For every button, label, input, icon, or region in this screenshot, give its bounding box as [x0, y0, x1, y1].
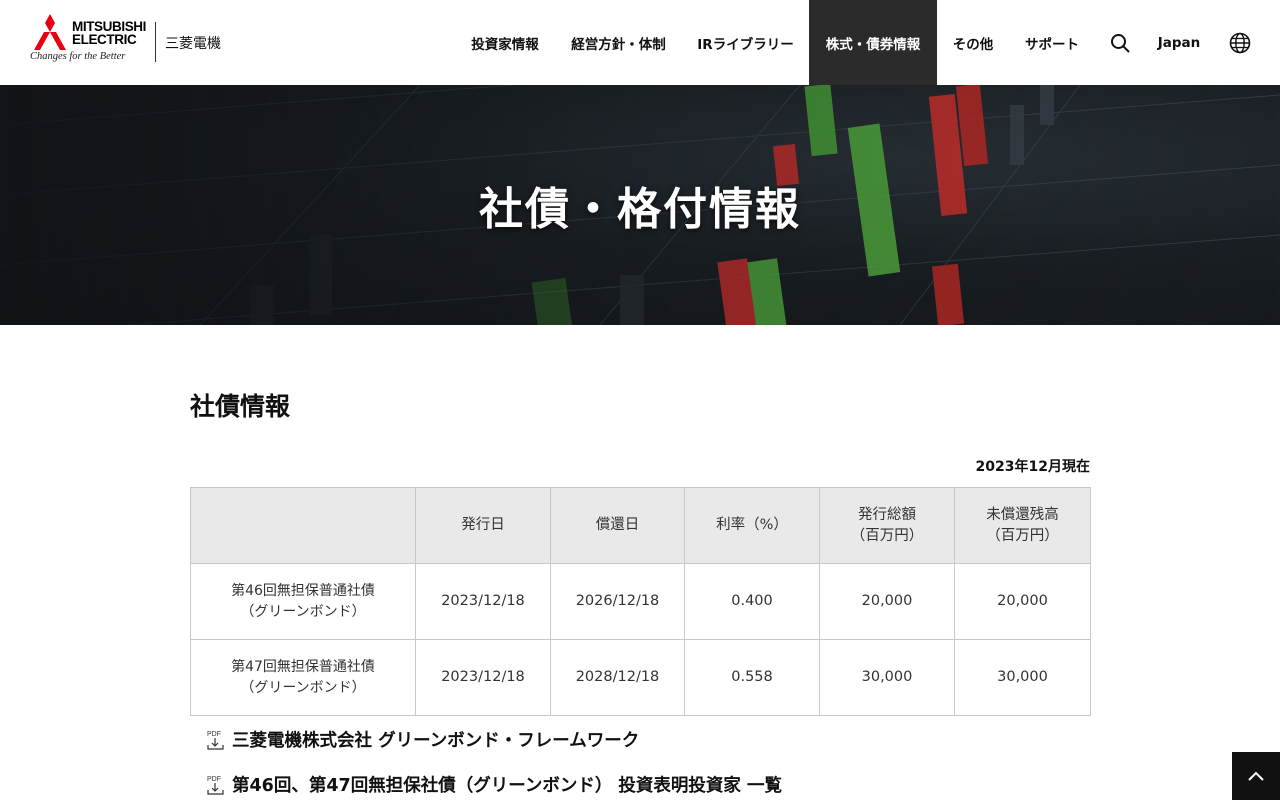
table-header-cell: 発行総額 （百万円） — [819, 487, 955, 564]
issue-amount-cell: 20,000 — [819, 563, 955, 640]
bond-name: 第46回無担保普通社債 — [231, 582, 375, 599]
nav-item-stock-bond-info[interactable]: 株式・債券情報 — [809, 0, 937, 85]
bond-name-cell: 第47回無担保普通社債 （グリーンボンド） — [190, 639, 416, 716]
table-row: 第46回無担保普通社債 （グリーンボンド） 2023/12/18 2026/12… — [190, 563, 1091, 640]
nav-item-support[interactable]: サポート — [1009, 0, 1095, 85]
table-header-cell: 利率（%） — [684, 487, 820, 564]
bond-name: 第47回無担保普通社債 — [231, 658, 375, 675]
hero-banner: 社債・格付情報 — [0, 85, 1280, 325]
table-header-cell: 償還日 — [550, 487, 685, 564]
site-header: MITSUBISHI ELECTRIC Changes for the Bett… — [0, 0, 1280, 85]
nav-item-other[interactable]: その他 — [937, 0, 1009, 85]
bond-table: 発行日 償還日 利率（%） 発行総額 （百万円） 未償還残高 （百万円） 第46… — [190, 487, 1091, 716]
nav-item-management-policy[interactable]: 経営方針・体制 — [555, 0, 682, 85]
three-diamonds-logo-icon — [30, 14, 66, 50]
brand-tagline: Changes for the Better — [30, 51, 126, 62]
bond-type: （グリーンボンド） — [240, 603, 366, 620]
outstanding-balance-cell: 30,000 — [954, 639, 1091, 716]
table-header-cell — [190, 487, 416, 564]
issue-date-cell: 2023/12/18 — [415, 563, 551, 640]
table-header-row: 発行日 償還日 利率（%） 発行総額 （百万円） 未償還残高 （百万円） — [190, 487, 1091, 564]
brand-name-jp: 三菱電機 — [165, 36, 221, 52]
bond-name-cell: 第46回無担保普通社債 （グリーンボンド） — [190, 563, 416, 640]
redemption-date-cell: 2028/12/18 — [550, 639, 685, 716]
table-header-cell: 発行日 — [415, 487, 551, 564]
outstanding-balance-cell: 20,000 — [954, 563, 1091, 640]
redemption-date-cell: 2026/12/18 — [550, 563, 685, 640]
nav-item-investor-info[interactable]: 投資家情報 — [455, 0, 555, 85]
search-icon[interactable] — [1100, 0, 1140, 85]
interest-rate-cell: 0.558 — [684, 639, 820, 716]
pdf-download-icon: PDF — [207, 776, 224, 795]
svg-text:PDF: PDF — [207, 776, 221, 783]
as-of-date: 2023年12月現在 — [975, 459, 1090, 475]
region-selector[interactable]: Japan — [1150, 0, 1208, 85]
page-title: 社債・格付情報 — [479, 184, 801, 235]
table-row: 第47回無担保普通社債 （グリーンボンド） 2023/12/18 2028/12… — [190, 639, 1091, 716]
document-link-label: 三菱電機株式会社 グリーンボンド・フレームワーク — [232, 731, 640, 751]
nav-item-ir-library[interactable]: IRライブラリー — [682, 0, 809, 85]
interest-rate-cell: 0.400 — [684, 563, 820, 640]
green-bond-framework-pdf-link[interactable]: PDF 三菱電機株式会社 グリーンボンド・フレームワーク — [207, 727, 639, 752]
chevron-up-icon — [1248, 771, 1264, 781]
section-title: 社債情報 — [190, 392, 291, 421]
logo-divider — [155, 22, 156, 62]
investor-list-pdf-link[interactable]: PDF 第46回、第47回無担保社債（グリーンボンド） 投資表明投資家 一覧 — [207, 772, 782, 797]
document-link-label: 第46回、第47回無担保社債（グリーンボンド） 投資表明投資家 一覧 — [232, 776, 783, 796]
brand-logo[interactable]: MITSUBISHI ELECTRIC Changes for the Bett… — [30, 14, 230, 66]
svg-text:PDF: PDF — [207, 731, 221, 738]
pdf-download-icon: PDF — [207, 731, 224, 750]
back-to-top-button[interactable] — [1232, 752, 1280, 800]
bond-type: （グリーンボンド） — [240, 679, 366, 696]
issue-amount-cell: 30,000 — [819, 639, 955, 716]
table-header-cell: 未償還残高 （百万円） — [954, 487, 1091, 564]
brand-name-line2: ELECTRIC — [72, 32, 137, 47]
globe-icon[interactable] — [1220, 0, 1260, 85]
issue-date-cell: 2023/12/18 — [415, 639, 551, 716]
